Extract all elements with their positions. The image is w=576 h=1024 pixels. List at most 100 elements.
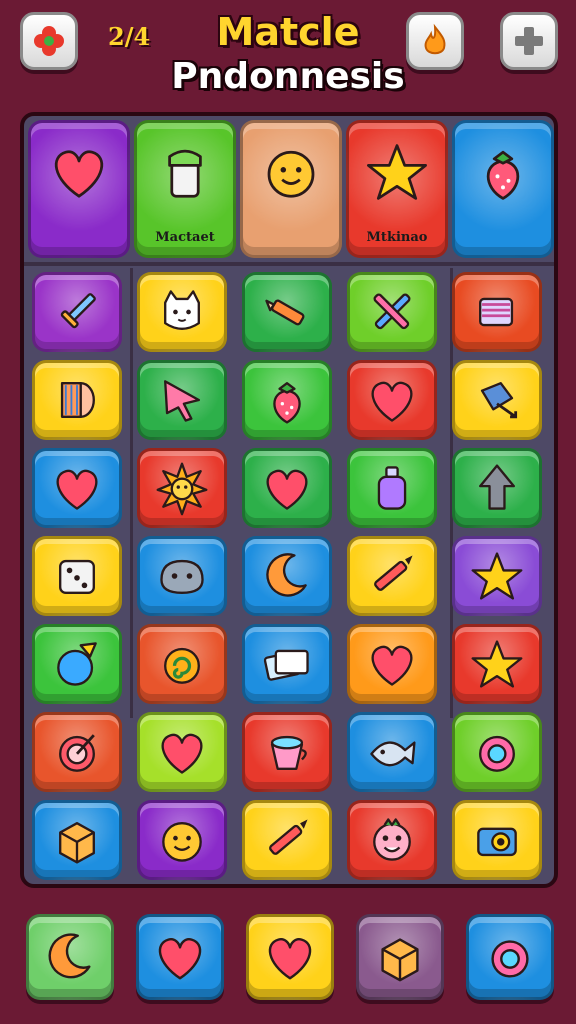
game-board: Mactaet Mtkinao	[20, 112, 558, 888]
game-subtitle: Pndonnesis	[171, 56, 405, 97]
featured-icon	[258, 139, 324, 209]
game-tile[interactable]	[347, 712, 437, 792]
camera-icon	[477, 827, 517, 857]
featured-row: Mactaet Mtkinao	[24, 116, 554, 264]
featured-icon	[470, 139, 536, 209]
game-tile[interactable]	[137, 272, 227, 352]
game-tile[interactable]	[32, 712, 122, 792]
smiley-icon	[162, 822, 202, 862]
game-tile[interactable]	[32, 800, 122, 880]
game-tile[interactable]	[347, 272, 437, 352]
featured-tile[interactable]	[28, 120, 130, 258]
game-tile[interactable]	[452, 712, 542, 792]
up-arrow-icon	[479, 464, 515, 510]
powerup-button[interactable]	[246, 914, 334, 1000]
strawberry-icon	[273, 382, 301, 424]
moon-icon	[48, 933, 91, 979]
heart-icon	[266, 469, 308, 510]
game-tile[interactable]	[347, 448, 437, 528]
heart-icon	[371, 645, 413, 686]
game-tile[interactable]	[32, 272, 122, 352]
game-tile[interactable]	[137, 712, 227, 792]
game-title: Matcle	[216, 10, 360, 54]
cup-icon	[270, 735, 307, 770]
board-divider	[24, 262, 554, 266]
jar-icon	[168, 149, 202, 198]
game-tile[interactable]	[242, 448, 332, 528]
game-tile[interactable]	[452, 448, 542, 528]
game-tile[interactable]	[452, 624, 542, 704]
add-button[interactable]	[500, 12, 558, 70]
featured-tile[interactable]: Mactaet	[134, 120, 236, 258]
game-tile[interactable]	[137, 800, 227, 880]
creature-icon	[160, 559, 204, 594]
gem-icon	[491, 940, 529, 978]
game-tile[interactable]	[242, 360, 332, 440]
game-tile[interactable]	[32, 448, 122, 528]
boost-button[interactable]	[406, 12, 464, 70]
featured-label: Mactaet	[155, 230, 215, 245]
pencil-icon	[269, 819, 308, 855]
game-tile[interactable]	[32, 536, 122, 616]
monster-icon	[373, 818, 411, 861]
star-icon	[367, 144, 427, 200]
moon-icon	[266, 553, 307, 597]
featured-icon	[152, 139, 218, 209]
game-tile[interactable]	[242, 272, 332, 352]
strawberry-icon	[486, 150, 520, 200]
star-icon	[471, 640, 523, 688]
game-tile[interactable]	[347, 800, 437, 880]
game-tile[interactable]	[242, 800, 332, 880]
powerup-button[interactable]	[26, 914, 114, 1000]
game-tile[interactable]	[242, 536, 332, 616]
game-tile[interactable]	[452, 536, 542, 616]
powerup-button[interactable]	[466, 914, 554, 1000]
game-tile[interactable]	[32, 360, 122, 440]
game-tile[interactable]	[452, 800, 542, 880]
game-tile[interactable]	[242, 712, 332, 792]
target-icon	[59, 734, 95, 772]
flame-icon	[424, 23, 446, 55]
heart-icon	[54, 150, 104, 198]
gem-icon	[479, 735, 515, 772]
game-tile[interactable]	[347, 624, 437, 704]
powerup-button[interactable]	[136, 914, 224, 1000]
heart-icon	[161, 733, 203, 774]
game-tile[interactable]	[242, 624, 332, 704]
swirl-icon	[164, 647, 200, 684]
game-tile[interactable]	[137, 360, 227, 440]
crayon-icon	[265, 299, 305, 326]
box-icon	[381, 938, 419, 982]
game-tile[interactable]	[452, 360, 542, 440]
game-tile[interactable]	[347, 360, 437, 440]
game-tile[interactable]	[137, 624, 227, 704]
box-icon	[59, 822, 95, 864]
drum-icon	[60, 382, 95, 418]
board-divider	[130, 268, 133, 718]
cursor-arrow-icon	[164, 380, 200, 422]
powerup-button[interactable]	[356, 914, 444, 1000]
featured-tile[interactable]	[452, 120, 554, 258]
cat-icon	[164, 290, 200, 330]
books-icon	[263, 649, 309, 681]
heart-icon	[371, 381, 413, 422]
cube-arrow-icon	[480, 382, 518, 419]
game-tile[interactable]	[137, 448, 227, 528]
bottle-icon	[377, 466, 407, 510]
game-tile[interactable]	[452, 272, 542, 352]
game-tile[interactable]	[137, 536, 227, 616]
featured-label: Mtkinao	[366, 230, 428, 245]
featured-tile[interactable]: Mtkinao	[346, 120, 448, 258]
fish-icon	[370, 741, 416, 767]
bottom-bar	[0, 908, 576, 1008]
game-tile[interactable]	[347, 536, 437, 616]
heart-icon	[158, 938, 202, 980]
crossed-tools-icon	[373, 293, 411, 330]
featured-icon	[46, 139, 112, 209]
heart-icon	[56, 469, 98, 510]
sword-icon	[60, 293, 96, 329]
featured-icon	[364, 139, 430, 209]
game-tile[interactable]	[32, 624, 122, 704]
star-icon	[471, 552, 523, 600]
featured-tile[interactable]	[240, 120, 342, 258]
